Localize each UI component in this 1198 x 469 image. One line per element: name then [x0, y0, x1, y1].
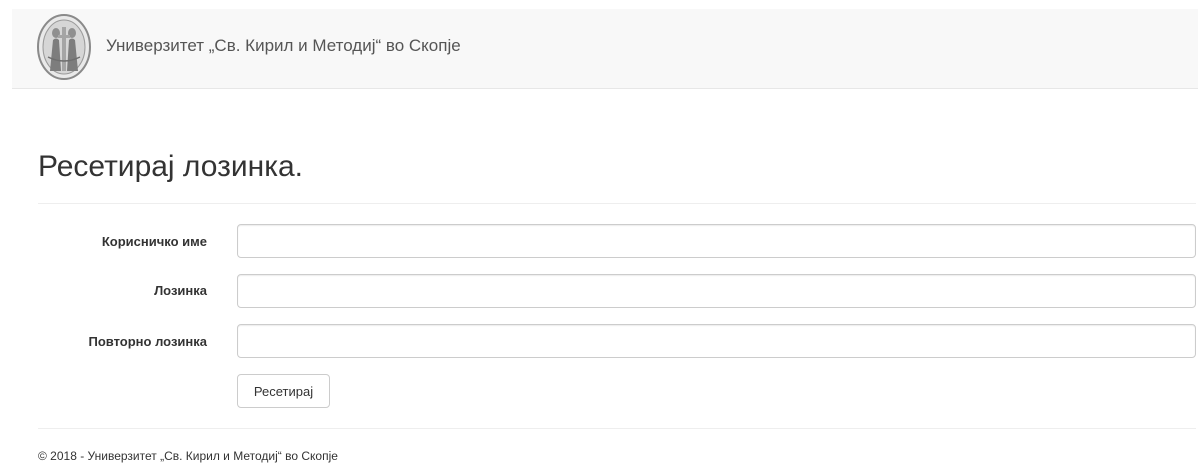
reset-button[interactable]: Ресетирај [237, 374, 330, 408]
footer-divider [38, 428, 1196, 429]
title-divider [38, 203, 1196, 204]
confirm-password-input[interactable] [237, 324, 1196, 358]
university-seal-icon[interactable] [36, 13, 92, 81]
page-title: Ресетирај лозинка. [38, 150, 304, 183]
confirm-password-label: Повторно лозинка [88, 334, 208, 349]
username-label: Корисничко име [101, 234, 207, 249]
brand-title[interactable]: Универзитет „Св. Кирил и Методиј“ во Ско… [106, 36, 461, 56]
footer-copyright: © 2018 - Универзитет „Св. Кирил и Методи… [38, 449, 338, 463]
username-input[interactable] [237, 224, 1196, 258]
password-input[interactable] [237, 274, 1196, 308]
password-label: Лозинка [154, 283, 207, 298]
navbar: Универзитет „Св. Кирил и Методиј“ во Ско… [12, 9, 1198, 89]
